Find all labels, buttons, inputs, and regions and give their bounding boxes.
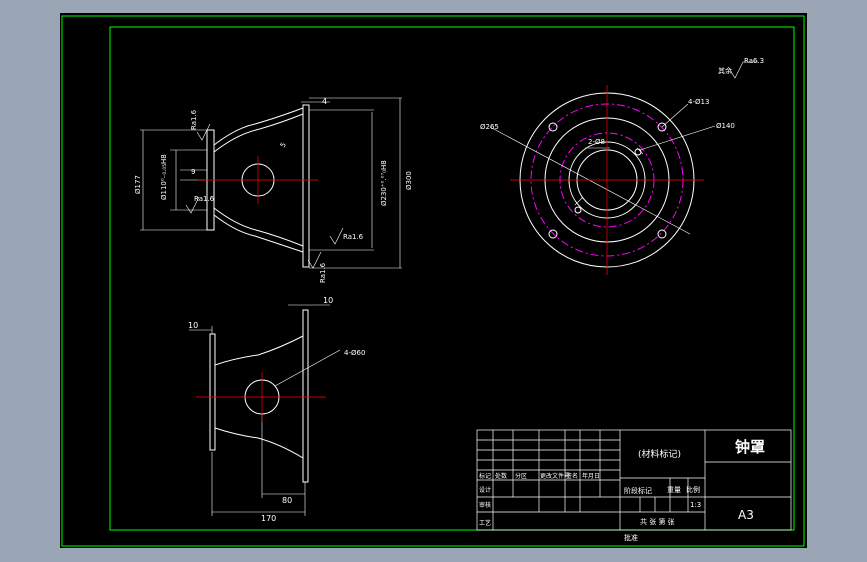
top-holes-label: 4-Ø60 [344, 349, 365, 357]
side-roughness-top: Ra1.6 [190, 109, 198, 130]
title-row-design: 设计 [479, 486, 491, 494]
title-material-label: (材料标记) [638, 448, 681, 460]
title-scale-value: 1:3 [690, 501, 701, 509]
front-holes-label: 4-Ø13 [688, 98, 709, 106]
title-header-count: 处数 [495, 472, 507, 480]
top-dim-flange-left: 10 [188, 321, 198, 330]
top-dim-total: 170 [261, 514, 276, 523]
side-roughness-bottom: Ra1.6 [319, 262, 327, 283]
top-dim-length-top: 10 [323, 296, 333, 305]
front-bolt-circle: Ø265 [480, 123, 499, 131]
side-dim-outer-left: Ø177 [134, 175, 142, 194]
title-sheets-label: 共 张 第 张 [640, 517, 675, 526]
side-dim-bore-left: Ø110⁰₋₀.₀₅H8 [160, 154, 168, 200]
title-approve-label: 批准 [624, 533, 638, 542]
front-pin-holes-label: 2-Ø8 [588, 138, 605, 146]
side-dim-outer-right: Ø300 [405, 171, 413, 190]
front-inner-circle: Ø140 [716, 122, 735, 130]
side-roughness-bore: Ra1.6 [194, 195, 215, 203]
title-part-name: 钟罩 [735, 438, 765, 456]
title-header-zone: 分区 [515, 472, 527, 480]
drawing-canvas: Ra1.6 4 9 Ø177 Ø110⁰₋₀.₀₅H8 Ra1.6 5 Ø230… [60, 13, 807, 548]
title-weight-label: 重量 [667, 486, 681, 494]
title-header-sign: 签名 [566, 472, 578, 480]
side-dim-spigot: Ø230⁺⁰.⁰⁷₀H8 [380, 160, 388, 206]
title-scale-label: 比例 [686, 485, 700, 494]
title-header-date: 年月日 [582, 472, 600, 480]
title-stage-label: 阶段标记 [624, 486, 652, 495]
title-row-process: 工艺 [479, 519, 491, 527]
top-dim-inner: 80 [282, 496, 292, 505]
cad-drawing-viewport[interactable]: Ra1.6 4 9 Ø177 Ø110⁰₋₀.₀₅H8 Ra1.6 5 Ø230… [0, 0, 867, 562]
side-dim-depth: 4 [322, 97, 327, 106]
side-roughness-face: Ra1.6 [343, 233, 364, 241]
title-sheet-size: A3 [738, 508, 754, 522]
title-row-review: 审核 [479, 501, 491, 509]
side-dim-flange-thick: 9 [191, 168, 195, 176]
front-general-roughness-val: Ra6.3 [744, 57, 764, 65]
drawing-sheet [60, 13, 807, 548]
title-header-mark: 标记 [479, 472, 491, 480]
front-general-roughness: 其余 [718, 66, 732, 75]
